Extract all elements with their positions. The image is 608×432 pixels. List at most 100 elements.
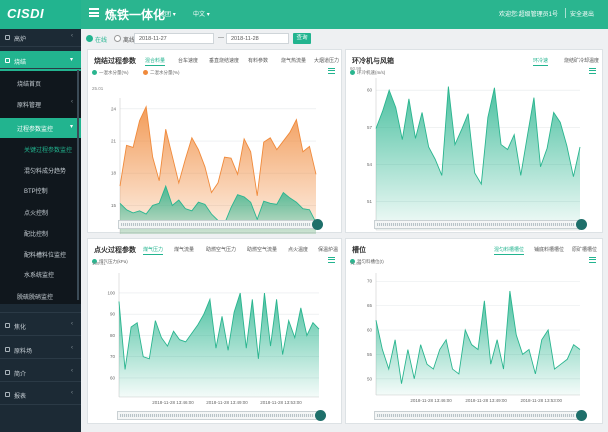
sidebar-item-reports[interactable]: 报表 ‹ [0, 385, 81, 405]
logo-bar: CISDI [0, 0, 81, 29]
x-tick-label: 2018-11-28 13:48:00 [465, 233, 507, 234]
sidebar-item-label: 原料场 [14, 349, 33, 355]
divider [0, 404, 81, 405]
data-zoom-slider[interactable] [118, 219, 323, 230]
sidebar-item-water-system[interactable]: 水系统监控 [0, 264, 81, 284]
x-tick-label: 2018-11-28 13:53:00 [521, 398, 563, 403]
x-tick-label: 2018-11-28 13:53:00 [521, 233, 563, 234]
data-zoom-slider[interactable] [117, 410, 326, 421]
x-tick-label: 2018-11-28 13:49:00 [465, 398, 507, 403]
divider [565, 8, 566, 18]
sidebar-item-sintering-home[interactable]: 烧结首页 [0, 73, 81, 93]
sidebar-item-mix-composition[interactable]: 混匀料成分趋势 [0, 160, 81, 180]
sidebar-item-label: 关键过程参数监控 [24, 148, 73, 154]
sidebar-item-process-params[interactable]: 过程参数监控 ▾ [0, 118, 81, 138]
sidebar-item-raw-material[interactable]: 原料管理 ‹ [0, 94, 81, 114]
sidebar-item-label: 原料管理 [17, 103, 42, 109]
y-tick-label: 57 [367, 125, 373, 130]
info-icon [5, 370, 10, 375]
zoom-handle[interactable] [315, 410, 326, 421]
chevron-left-icon: ‹ [71, 33, 73, 39]
sidebar-item-blast-furnace[interactable]: 高炉 ‹ [0, 28, 81, 48]
plant-dropdown[interactable]: 球团 ▾ [159, 9, 176, 18]
y-tick-label: 15 [111, 203, 117, 208]
y-tick-label: 70 [110, 354, 116, 359]
y-tick-label: 54 [367, 162, 373, 167]
chevron-down-icon: ▾ [206, 12, 210, 18]
sidebar-item-label: 脱硫脱硝监控 [17, 295, 54, 301]
sidebar-item-label: 水系统监控 [24, 273, 55, 279]
history-radio[interactable] [114, 35, 121, 42]
x-tick-label: 2018-11-28 13:53:00 [260, 400, 302, 405]
sidebar-item-ignition-control[interactable]: 点火控制 [0, 202, 81, 222]
plant-dropdown-value: 球团 [159, 12, 172, 18]
series-area [376, 291, 580, 395]
y-tick-label: 100 [107, 290, 115, 295]
zoom-preview [377, 414, 575, 417]
online-radio[interactable] [86, 35, 93, 42]
chart-canvas[interactable]: 50 55 60 65 70 2018-11-28 13:46:00 2018-11-28 … [346, 239, 604, 425]
data-zoom-slider[interactable] [374, 410, 587, 421]
sidebar: CISDI 高炉 ‹ 烧结 ▾ 烧结首页 原料管理 ‹ 过程参数监控 ▾ 关键过程参数监控 混匀料成… [0, 0, 81, 432]
divider [0, 381, 81, 382]
sidebar-item-label: 烧结 [14, 60, 27, 66]
date-separator: — [218, 35, 224, 41]
end-date-input[interactable]: 2018-11-28 [226, 33, 289, 44]
sidebar-item-ratio-control[interactable]: 配比控制 [0, 223, 81, 243]
sidebar-item-label: 烧结首页 [17, 82, 42, 88]
logo[interactable]: CISDI [7, 6, 44, 21]
sidebar-item-btp-control[interactable]: BTP控制 [0, 180, 81, 200]
sidebar-item-stockyard[interactable]: 原料场 ‹ [0, 340, 81, 360]
sidebar-item-bin-level[interactable]: 配料槽料位监控 [0, 244, 81, 264]
chart-panel-2: 环冷机与风箱环冷速烧结矿冷却温度环冷机速(m/s)60.995154576020… [345, 49, 604, 234]
sidebar-item-label: 配比控制 [24, 232, 49, 238]
chevron-left-icon: ‹ [71, 345, 73, 351]
divider [0, 46, 81, 47]
y-tick-label: 70 [367, 279, 373, 284]
chart-panel-1: 烧结过程参数 混合料量 台车速度 垂直烧结速度 有料参数 烧气热流量 大烟道压力 一混水分量(… [87, 49, 343, 234]
zoom-preview [120, 414, 314, 417]
chevron-down-icon: ▾ [172, 12, 176, 18]
y-tick-label: 50 [367, 376, 373, 381]
sidebar-item-label: 混匀料成分趋势 [24, 169, 67, 175]
zoom-handle[interactable] [312, 219, 323, 230]
sinter-icon [5, 58, 10, 63]
query-button[interactable]: 查询 [293, 33, 311, 44]
chevron-left-icon: ‹ [71, 99, 73, 105]
x-tick-label: 2018-11-28 13:46:00 [410, 398, 452, 403]
sidebar-item-desulfurization[interactable]: 脱硫脱硝监控 [0, 286, 81, 306]
sidebar-item-intro[interactable]: 简介 ‹ [0, 363, 81, 383]
start-date-input[interactable]: 2018-11-27 [134, 33, 214, 44]
sidebar-item-key-params[interactable]: 关键过程参数监控 [0, 139, 81, 159]
chart-canvas[interactable]: 11.22151821242018-11-28 13:46:002018-11-… [88, 50, 343, 234]
logout-link[interactable]: 安全退出 [570, 9, 594, 18]
chevron-left-icon: ‹ [71, 368, 73, 374]
y-tick-label: 51 [367, 199, 373, 204]
menu-toggle-icon[interactable] [89, 8, 99, 17]
chevron-left-icon: ‹ [71, 390, 73, 396]
data-zoom-slider[interactable] [374, 219, 587, 230]
chart-panel-3: 点火过程参数 煤气压力 煤气流量 助燃空气压力 助燃空气流量 点火温度 保温炉温 煤气压力(k… [87, 238, 342, 424]
chart-canvas[interactable]: 60 70 80 90 100 2018-11-28 13:46:00 2018-11-28… [88, 239, 343, 425]
sidebar-item-label: 高炉 [14, 37, 27, 43]
sidebar-item-label: 报表 [14, 394, 27, 400]
x-tick-label: 2018-11-28 13:49:00 [206, 400, 248, 405]
y-tick-label: 60 [367, 88, 373, 93]
furnace-icon [5, 35, 10, 40]
chevron-left-icon: ‹ [71, 321, 73, 327]
zoom-handle[interactable] [576, 410, 587, 421]
divider [0, 68, 81, 69]
filter-bar: 在线 离线 2018-11-27 — 2018-11-28 查询 [81, 29, 608, 49]
zoom-preview [121, 223, 311, 226]
sidebar-scrollbar[interactable] [77, 70, 79, 300]
report-icon [5, 392, 10, 397]
top-bar: 炼铁一体化 球团 ▾ 中文 ▾ 欢迎您:超级管理员1号 安全退出 [81, 0, 608, 29]
language-dropdown[interactable]: 中文 ▾ [193, 9, 210, 18]
sidebar-item-label: 简介 [14, 372, 27, 378]
zoom-handle[interactable] [576, 219, 587, 230]
y-tick-label: 18 [111, 171, 117, 176]
chart-canvas[interactable]: 51 54 57 60 2018-11-28 13:46:00 2018-11-28 13… [346, 50, 604, 234]
sidebar-item-coking[interactable]: 焦化 ‹ [0, 316, 81, 336]
y-tick-label: 60 [110, 375, 116, 380]
divider [0, 312, 81, 313]
